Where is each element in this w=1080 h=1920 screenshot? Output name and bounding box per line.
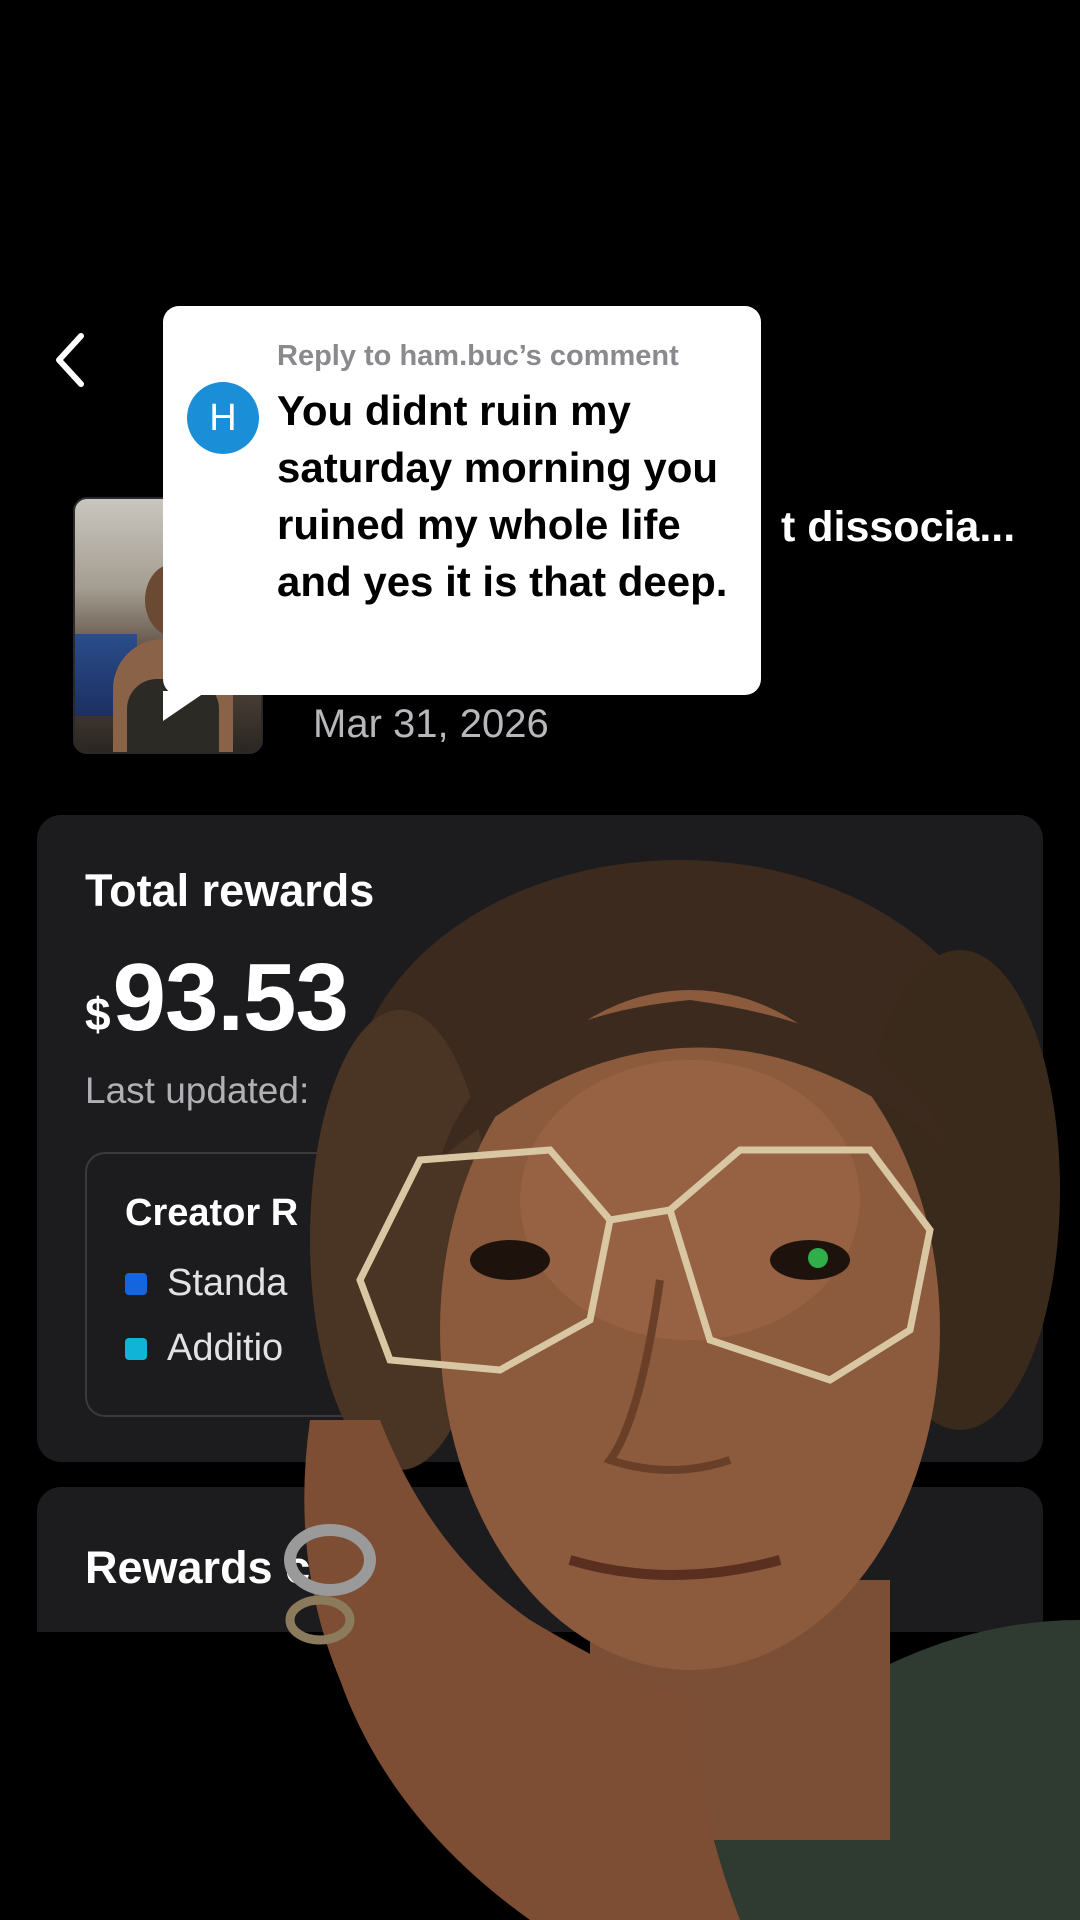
additional-swatch — [125, 1337, 147, 1360]
commenter-avatar: H — [187, 382, 259, 454]
rewards-amount: $ 93.53 — [85, 943, 349, 1053]
creator-rewards-breakdown[interactable]: Creator R Standa Additio 0 — [85, 1152, 995, 1417]
last-updated-label: Last updated: — [85, 1070, 310, 1111]
standard-swatch — [125, 1272, 147, 1295]
legend-item-additional: Additio — [125, 1327, 283, 1370]
legend-label: Standa — [167, 1262, 288, 1304]
reply-comment-text: You didnt ruin my saturday morning you r… — [277, 387, 728, 605]
app-screen: t dissocia... Mar 31, 2026 Total rewards… — [0, 0, 1080, 1920]
legend-partial-value: 0 — [931, 1332, 953, 1374]
video-date: Mar 31, 2026 — [313, 702, 549, 746]
rewards-currency: $ — [85, 988, 111, 1040]
breakdown-title: Creator R — [125, 1192, 299, 1234]
chevron-left-icon — [56, 333, 84, 387]
legend-item-standard: Standa — [125, 1262, 287, 1305]
back-button[interactable] — [40, 325, 100, 395]
video-title: t dissocia... — [781, 503, 1016, 551]
rewards-value: 93.53 — [112, 944, 349, 1051]
reply-comment-sticker[interactable]: Reply to ham.buc’s comment H You didnt r… — [163, 306, 761, 721]
rewards-calculation-title: Rewards c — [85, 1542, 311, 1593]
reply-header: Reply to ham.buc’s comment — [277, 340, 679, 372]
rewards-calculation-card[interactable]: Rewards c — [37, 1487, 1043, 1632]
total-rewards-card: Total rewards $ 93.53 Last updated: Crea… — [37, 815, 1043, 1462]
legend-label: Additio — [167, 1327, 284, 1369]
total-rewards-title: Total rewards — [85, 865, 375, 916]
